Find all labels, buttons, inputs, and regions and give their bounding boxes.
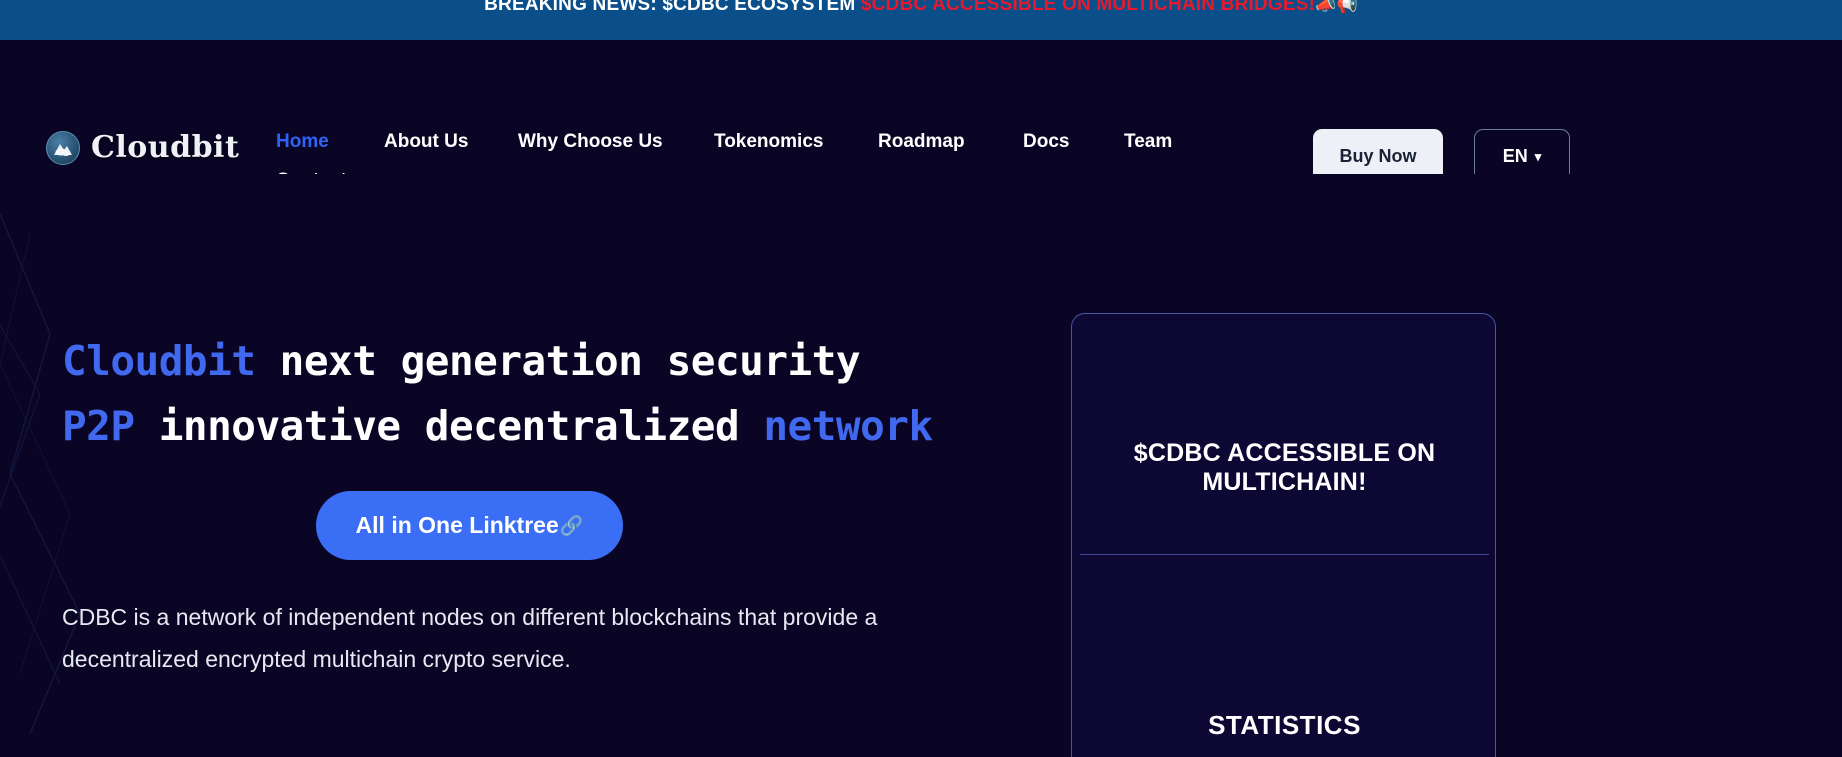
- card-divider: [1080, 554, 1489, 555]
- nav-item-why-choose-us[interactable]: Why Choose Us: [518, 122, 714, 161]
- hero-title-network: network: [763, 402, 933, 450]
- statistics-card: $CDBC ACCESSIBLE ON MULTICHAIN! STATISTI…: [1071, 313, 1496, 757]
- linktree-button-label: All in One Linktree: [355, 512, 559, 538]
- brand-logo[interactable]: Cloudbit: [46, 130, 239, 165]
- cloud-mountain-icon: [46, 130, 80, 165]
- nav-item-about-us[interactable]: About Us: [384, 122, 518, 161]
- nav-item-team[interactable]: Team: [1124, 122, 1214, 161]
- all-in-one-linktree-button[interactable]: All in One Linktree 🔗: [316, 491, 623, 560]
- statistics-title: STATISTICS: [1208, 710, 1361, 740]
- ticker-headline: BREAKING NEWS: $CDBC ECOSYSTEM: [484, 0, 861, 15]
- language-value: EN: [1502, 145, 1528, 166]
- hero-title-brand: Cloudbit: [62, 337, 256, 385]
- card-headline: $CDBC ACCESSIBLE ON MULTICHAIN!: [1133, 439, 1436, 496]
- nav-item-roadmap[interactable]: Roadmap: [878, 122, 1023, 161]
- link-icon: 🔗: [559, 515, 584, 537]
- chevron-down-icon: ▾: [1534, 148, 1542, 164]
- ticker-alert: $CDBC ACCESSIBLE ON MULTICHAIN BRIDGES!: [860, 0, 1316, 15]
- hero-title: Cloudbit next generation security P2P inn…: [62, 329, 1122, 459]
- ticker-text: BREAKING NEWS: $CDBC ECOSYSTEM $CDBC ACC…: [484, 0, 1358, 16]
- hero-section: Cloudbit next generation security P2P inn…: [0, 174, 1842, 757]
- brand-name: Cloudbit: [91, 130, 240, 165]
- nav-item-home[interactable]: Home: [276, 122, 384, 161]
- nav-item-docs[interactable]: Docs: [1023, 122, 1124, 161]
- hero-title-rest-2: innovative decentralized: [134, 402, 764, 450]
- hero-title-rest-1: next generation security: [255, 337, 861, 385]
- breaking-news-ticker: BREAKING NEWS: $CDBC ECOSYSTEM $CDBC ACC…: [0, 0, 1842, 40]
- site-header: Cloudbit Home About Us Why Choose Us Tok…: [0, 40, 1842, 191]
- hero-title-p2p: P2P: [62, 402, 135, 450]
- nav-item-tokenomics[interactable]: Tokenomics: [714, 122, 878, 161]
- megaphone-icon: 📣📢: [1315, 0, 1358, 14]
- hero-description: CDBC is a network of independent nodes o…: [62, 604, 878, 672]
